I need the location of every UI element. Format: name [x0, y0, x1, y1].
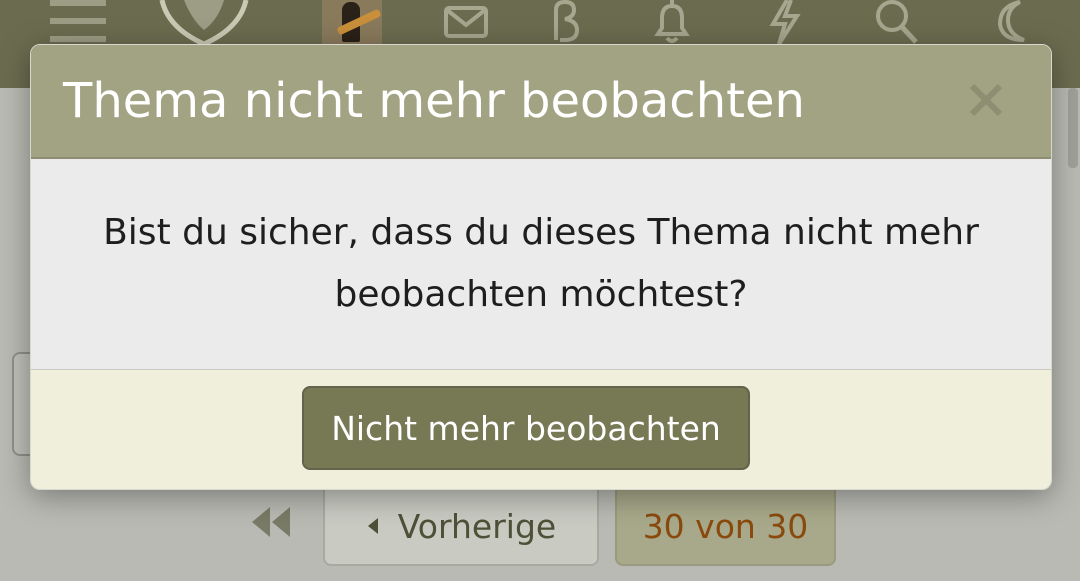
confirmation-message: Bist du sicher, dass du dieses Thema nic… [103, 212, 979, 315]
mail-icon[interactable] [443, 0, 489, 44]
previous-label: Vorherige [397, 506, 557, 546]
dialog-title: Thema nicht mehr beobachten [63, 73, 805, 129]
logo-icon[interactable] [158, 0, 250, 44]
avatar[interactable] [322, 0, 382, 44]
menu-icon[interactable] [50, 0, 106, 44]
close-button[interactable] [963, 77, 1009, 123]
beta-icon[interactable] [548, 0, 582, 44]
unwatch-confirm-button[interactable]: Nicht mehr beobachten [302, 386, 750, 470]
previous-page-button[interactable]: Vorherige [323, 486, 599, 566]
page-status-label: 30 von 30 [642, 506, 809, 546]
page-status-button[interactable]: 30 von 30 [615, 486, 836, 566]
caret-left-icon [367, 518, 378, 534]
dialog-header: Thema nicht mehr beobachten [31, 45, 1051, 159]
scrollbar[interactable] [1068, 88, 1078, 168]
dialog-body: Bist du sicher, dass du dieses Thema nic… [31, 159, 1051, 370]
close-icon [969, 83, 1003, 117]
search-icon[interactable] [874, 0, 920, 44]
bell-icon[interactable] [650, 0, 694, 44]
bolt-icon[interactable] [765, 0, 805, 44]
unwatch-thread-dialog: Thema nicht mehr beobachten Bist du sich… [30, 44, 1052, 490]
first-page-icon[interactable] [250, 505, 292, 539]
dialog-footer: Nicht mehr beobachten [31, 370, 1051, 489]
moon-icon[interactable] [990, 0, 1034, 44]
